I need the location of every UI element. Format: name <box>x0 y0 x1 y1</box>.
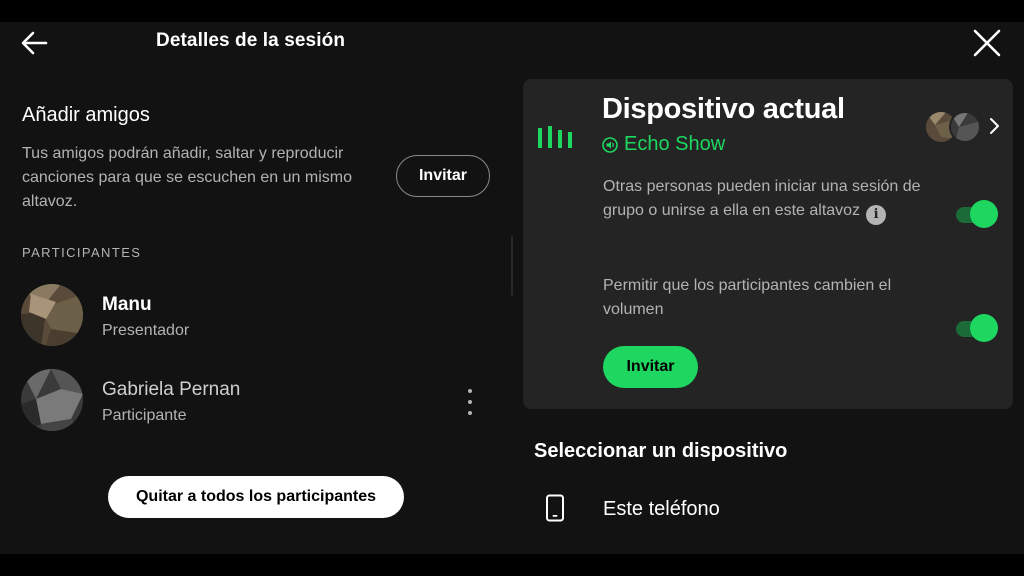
participant-role: Presentador <box>102 322 190 339</box>
participant-name: Gabriela Pernan <box>102 379 241 400</box>
current-device-name: Echo Show <box>602 133 725 156</box>
participants-section-label: PARTICIPANTES <box>22 245 142 260</box>
page-title: Detalles de la sesión <box>156 30 346 51</box>
device-item-this-phone[interactable]: Este teléfono <box>603 498 720 521</box>
speaker-icon <box>602 136 618 153</box>
avatar <box>21 369 83 431</box>
participant-role: Participante <box>102 407 187 424</box>
current-device-title: Dispositivo actual <box>602 93 845 125</box>
equalizer-icon <box>538 126 574 153</box>
group-session-toggle[interactable] <box>956 200 998 228</box>
participant-name: Manu <box>102 294 152 315</box>
info-icon[interactable]: i <box>866 205 887 225</box>
device-participants-avatars[interactable] <box>925 111 985 143</box>
device-name-label: Echo Show <box>624 133 726 155</box>
invite-device-button[interactable]: Invitar <box>603 346 698 388</box>
participant-row: Gabriela Pernan Participante <box>21 369 491 431</box>
avatar <box>21 284 83 346</box>
more-vertical-icon <box>468 389 472 393</box>
volume-option-text: Permitir que los participantes cambien e… <box>603 277 892 318</box>
column-divider <box>511 236 513 296</box>
select-device-title: Seleccionar un dispositivo <box>534 440 788 462</box>
group-session-option-text: Otras personas pueden iniciar una sesión… <box>603 175 933 225</box>
back-button[interactable] <box>18 30 52 56</box>
close-button[interactable] <box>970 26 1004 60</box>
close-x-icon <box>973 29 1001 57</box>
add-friends-title: Añadir amigos <box>22 104 150 126</box>
remove-all-participants-button[interactable]: Quitar a todos los participantes <box>108 476 404 518</box>
smartphone-icon <box>545 494 565 527</box>
arrow-left-icon <box>21 31 48 55</box>
chevron-right-icon[interactable] <box>988 116 1002 141</box>
participant-row: Manu Presentador <box>21 284 491 346</box>
invite-friends-button[interactable]: Invitar <box>396 155 490 197</box>
participant-options-button[interactable] <box>460 386 480 418</box>
volume-control-toggle[interactable] <box>956 314 998 342</box>
add-friends-description: Tus amigos podrán añadir, saltar y repro… <box>22 145 352 210</box>
